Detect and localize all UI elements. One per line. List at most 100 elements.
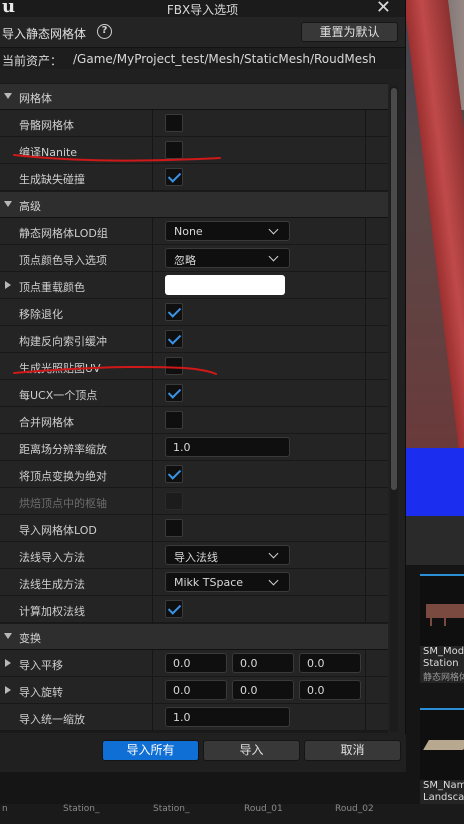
remove-degenerates-checkbox[interactable] — [165, 303, 183, 321]
section-mesh[interactable]: 网格体 — [0, 84, 388, 110]
expand-arrow-icon[interactable] — [5, 281, 11, 289]
import-all-button[interactable]: 导入所有 — [102, 740, 199, 761]
bottom-asset-label[interactable]: Roud_01 — [244, 804, 283, 814]
property-label: 法线导入方法 — [19, 551, 85, 564]
import-type-title: 导入静态网格体 — [2, 27, 87, 41]
chevron-down-icon — [268, 224, 279, 235]
dropdown-value: Mikk TSpace — [174, 576, 244, 589]
import-mesh-lods-checkbox[interactable] — [165, 519, 183, 537]
property-label: 导入旋转 — [19, 686, 63, 699]
bottom-asset-label[interactable]: n — [2, 804, 8, 814]
property-label: 距离场分辨率缩放 — [19, 443, 107, 456]
dropdown-value: None — [174, 225, 203, 238]
help-icon[interactable]: ? — [97, 24, 112, 39]
chevron-down-icon — [268, 251, 279, 262]
row-distance-field-scale: 距离场分辨率缩放 1.0 — [0, 434, 388, 461]
row-generate-missing-collision: 生成缺失碰撞 — [0, 164, 388, 191]
details-panel: 网格体 骨骼网格体 编译Nanite 生成缺失碰撞 高级 静态网格体LOD组 N… — [0, 83, 388, 733]
color-swatch[interactable] — [165, 275, 285, 295]
property-label: 顶点颜色导入选项 — [19, 254, 107, 267]
close-icon[interactable]: ✕ — [376, 0, 391, 18]
build-nanite-checkbox[interactable] — [165, 141, 183, 159]
viewport-blue-plane — [406, 448, 464, 518]
dropdown-value: 忽略 — [174, 254, 196, 267]
content-tile-thumbnail — [420, 710, 464, 780]
rotation-y-input[interactable]: 0.0 — [232, 680, 294, 700]
bottom-asset-label[interactable]: Station_ — [63, 804, 100, 814]
dialog-footer: 导入所有 导入 取消 — [0, 734, 406, 772]
window-title: FBX导入选项 — [166, 3, 239, 17]
property-label: 顶点重载颜色 — [19, 281, 85, 294]
reset-to-default-button[interactable]: 重置为默认 — [301, 22, 398, 42]
row-normal-generation-method: 法线生成方法 Mikk TSpace — [0, 569, 388, 596]
translation-y-input[interactable]: 0.0 — [232, 653, 294, 673]
build-reversed-index-checkbox[interactable] — [165, 330, 183, 348]
row-build-nanite: 编译Nanite — [0, 137, 388, 164]
content-tile-name-line2: Landsca — [423, 792, 464, 803]
row-bake-pivot: 烘焙顶点中的枢轴 — [0, 488, 388, 515]
property-label: 合并网格体 — [19, 416, 74, 429]
content-tile-1[interactable]: SM_Mod Station 静态网格体 — [420, 574, 464, 683]
row-import-rotation: 导入旋转 0.0 0.0 0.0 — [0, 677, 388, 704]
normal-import-method-dropdown[interactable]: 导入法线 — [165, 545, 290, 565]
row-vertex-override-color: 顶点重载颜色 — [0, 272, 388, 299]
transform-vertex-absolute-checkbox[interactable] — [165, 465, 183, 483]
property-label: 导入平移 — [19, 659, 63, 672]
row-skeletal-mesh: 骨骼网格体 — [0, 110, 388, 137]
translation-x-input[interactable]: 0.0 — [165, 653, 227, 673]
bottom-asset-label[interactable]: Roud_02 — [335, 804, 374, 814]
rotation-z-input[interactable]: 0.0 — [299, 680, 361, 700]
bottom-asset-label[interactable]: Station_ — [153, 804, 190, 814]
details-scrollbar[interactable] — [390, 86, 398, 732]
content-tile-type: 静态网格体 — [423, 673, 464, 683]
section-transform[interactable]: 变换 — [0, 624, 388, 650]
property-label: 移除退化 — [19, 308, 63, 321]
chevron-down-icon — [268, 548, 279, 559]
collapse-arrow-icon — [4, 93, 12, 99]
lod-group-dropdown[interactable]: None — [165, 221, 290, 241]
skeletal-mesh-checkbox[interactable] — [165, 114, 183, 132]
fbx-import-dialog: u FBX导入选项 ✕ 导入静态网格体 ? 重置为默认 当前资产： /Game/… — [0, 0, 406, 772]
title-bar[interactable]: u FBX导入选项 ✕ — [0, 0, 405, 18]
rotation-x-input[interactable]: 0.0 — [165, 680, 227, 700]
row-remove-degenerates: 移除退化 — [0, 299, 388, 326]
dialog-header: 导入静态网格体 ? 重置为默认 — [0, 17, 405, 47]
scrollbar-thumb[interactable] — [391, 88, 397, 490]
row-generate-lightmap-uv: 生成光照贴图UV — [0, 353, 388, 380]
translation-z-input[interactable]: 0.0 — [299, 653, 361, 673]
property-label: 烘焙顶点中的枢轴 — [19, 497, 107, 510]
content-tile-2[interactable]: SM_Nam Landsca — [420, 708, 464, 804]
section-label: 高级 — [19, 200, 41, 213]
content-tile-name-line2: Station — [423, 658, 459, 669]
current-asset-path: /Game/MyProject_test/Mesh/StaticMesh/Rou… — [73, 52, 376, 66]
property-label: 骨骼网格体 — [19, 119, 74, 132]
row-combine-meshes: 合并网格体 — [0, 407, 388, 434]
section-advanced[interactable]: 高级 — [0, 192, 388, 218]
property-label: 静态网格体LOD组 — [19, 227, 108, 240]
distance-field-scale-input[interactable]: 1.0 — [165, 437, 290, 457]
property-label: 每UCX一个顶点 — [19, 389, 98, 402]
uniform-scale-input[interactable]: 1.0 — [165, 707, 290, 727]
import-button[interactable]: 导入 — [203, 740, 300, 761]
vertex-color-import-dropdown[interactable]: 忽略 — [165, 248, 290, 268]
row-build-reversed-index: 构建反向索引缓冲 — [0, 326, 388, 353]
expand-arrow-icon[interactable] — [5, 686, 11, 694]
cancel-button[interactable]: 取消 — [304, 740, 401, 761]
combine-meshes-checkbox[interactable] — [165, 411, 183, 429]
row-compute-weighted-normals: 计算加权法线 — [0, 596, 388, 623]
generate-collision-checkbox[interactable] — [165, 168, 183, 186]
normal-generation-method-dropdown[interactable]: Mikk TSpace — [165, 572, 290, 592]
current-asset-row: 当前资产： /Game/MyProject_test/Mesh/StaticMe… — [0, 47, 405, 69]
row-normal-import-method: 法线导入方法 导入法线 — [0, 542, 388, 569]
section-label: 变换 — [19, 632, 41, 645]
expand-arrow-icon[interactable] — [5, 659, 11, 667]
property-label: 生成光照贴图UV — [19, 362, 101, 375]
collapse-arrow-icon — [4, 201, 12, 207]
collapse-arrow-icon — [4, 633, 12, 639]
generate-lightmap-uv-checkbox[interactable] — [165, 357, 183, 375]
property-label: 编译Nanite — [19, 146, 78, 159]
content-tile-name: SM_Nam — [423, 780, 464, 791]
dropdown-value: 导入法线 — [174, 551, 218, 564]
one-convex-per-ucx-checkbox[interactable] — [165, 384, 183, 402]
compute-weighted-normals-checkbox[interactable] — [165, 600, 183, 618]
